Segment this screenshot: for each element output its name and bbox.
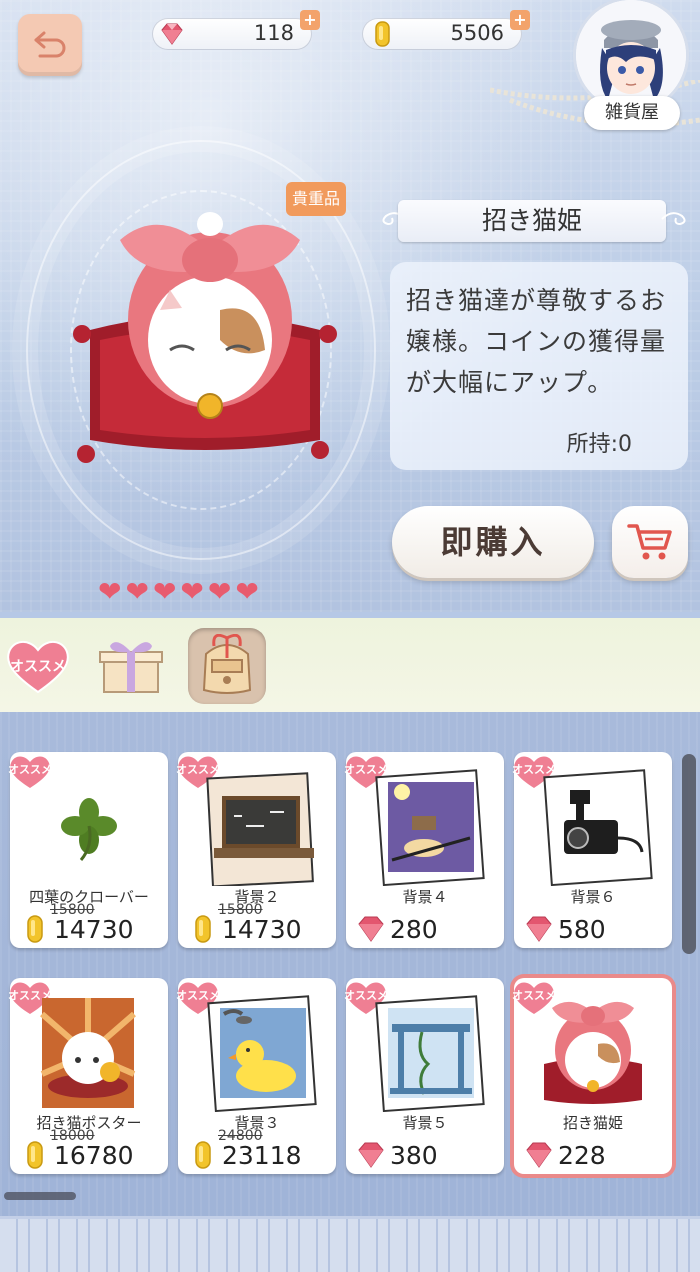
product-name: 招き猫姫 — [562, 1114, 623, 1132]
back-button[interactable] — [18, 14, 82, 76]
gift-box-icon — [99, 642, 163, 693]
heart-icon: ❤ — [152, 575, 177, 608]
owned-count: 所持:0 — [566, 432, 632, 457]
price-value: 380 — [390, 1140, 438, 1170]
shopkeeper-badge[interactable]: 雑貨屋 — [576, 0, 688, 130]
heart-icon: ❤ — [235, 575, 259, 608]
heart-icon: ❤ — [98, 575, 122, 608]
diamond-amount: 118 — [253, 21, 294, 45]
lucky-cat-princess-icon — [73, 212, 337, 463]
buy-now-button[interactable]: 即購入 — [392, 506, 594, 578]
add-coins-button[interactable]: + — [510, 10, 530, 30]
product-card-selected[interactable]: オススメ 招き猫姫 228 — [512, 978, 672, 1174]
product-price: 580 — [524, 912, 606, 946]
item-name: 招き猫姫 — [398, 200, 666, 242]
product-name: 背景５ — [402, 1114, 448, 1132]
product-card[interactable]: オススメ 背景６ 580 — [512, 752, 672, 948]
product-name: 背景４ — [402, 888, 448, 906]
price-value: 16780 — [54, 1140, 134, 1170]
bottom-border-decoration — [0, 1216, 700, 1272]
back-arrow-icon — [34, 31, 66, 58]
product-price: 14730 — [20, 912, 134, 946]
heart-icon: ❤ — [207, 575, 232, 608]
desk-lamp-icon — [375, 769, 485, 886]
banner-flourish-right-icon — [661, 212, 686, 226]
clover-icon — [61, 798, 117, 861]
cart-icon — [627, 524, 672, 560]
coin-counter: 5506 + — [362, 10, 530, 50]
item-showcase: 118 + 5506 + 雑貨屋 貴重品 招き猫姫 招き猫達が尊敬するお嬢様。コ… — [0, 0, 700, 612]
price-value: 23118 — [222, 1140, 302, 1170]
tab-recommended-label: オススメ — [10, 659, 66, 675]
diamond-icon — [161, 23, 183, 45]
product-card[interactable]: オススメ 招き猫ポスター 18000 16780 — [8, 978, 168, 1174]
price-value: 280 — [390, 914, 438, 944]
product-price: 23118 — [188, 1138, 302, 1172]
diamond-icon — [358, 916, 384, 942]
product-grid: オススメ 四葉のクローバー 15800 14730 オススメ 背景２ 15800… — [0, 712, 700, 1272]
shopkeeper-avatar-icon — [576, 0, 686, 110]
heart-icon: ❤ — [180, 575, 204, 608]
product-price: 380 — [356, 1138, 438, 1172]
category-tabs: オススメ — [0, 612, 700, 712]
coin-icon — [27, 1141, 43, 1169]
price-value: 580 — [558, 914, 606, 944]
lucky-cat-princess-icon — [544, 1001, 642, 1104]
product-price: 14730 — [188, 912, 302, 946]
diamond-counter: 118 + — [152, 10, 320, 50]
diamond-icon — [526, 1142, 552, 1168]
product-name: 背景６ — [570, 888, 616, 906]
lucky-cat-poster-icon — [40, 998, 136, 1108]
product-card[interactable]: オススメ 背景４ 280 — [344, 752, 504, 948]
tab-gift[interactable] — [92, 628, 170, 704]
tab-recommended[interactable]: オススメ — [0, 628, 76, 704]
vertical-scrollbar[interactable] — [682, 754, 696, 954]
product-card[interactable]: オススメ 四葉のクローバー 15800 14730 — [8, 752, 168, 948]
coin-icon — [195, 1141, 211, 1169]
shop-screen: 118 + 5506 + 雑貨屋 貴重品 招き猫姫 招き猫達が尊敬するお嬢様。コ… — [0, 0, 700, 1272]
heart-icon: ❤ — [125, 575, 149, 608]
diamond-icon — [358, 1142, 384, 1168]
backpack-icon — [202, 634, 252, 694]
item-description: 招き猫達が尊敬するお嬢様。コインの獲得量が大幅にアップ。 — [406, 286, 667, 397]
coin-icon — [195, 915, 211, 943]
add-diamonds-button[interactable]: + — [300, 10, 320, 30]
coin-icon — [375, 21, 390, 47]
product-price: 228 — [524, 1138, 606, 1172]
add-to-cart-button[interactable] — [612, 506, 688, 578]
favor-rating: ❤ ❤ ❤ ❤ ❤ ❤ — [98, 578, 259, 606]
coin-icon — [27, 915, 43, 943]
coin-amount: 5506 — [450, 21, 504, 45]
product-card[interactable]: オススメ 背景３ 24800 23118 — [176, 978, 336, 1174]
chalkboard-icon — [206, 772, 314, 886]
camera-icon — [543, 769, 653, 886]
product-price: 280 — [356, 912, 438, 946]
price-value: 14730 — [54, 914, 134, 944]
product-card[interactable]: オススメ 背景５ 380 — [344, 978, 504, 1174]
price-value: 14730 — [222, 914, 302, 944]
item-description-box: 招き猫達が尊敬するお嬢様。コインの獲得量が大幅にアップ。 所持:0 — [390, 262, 688, 470]
product-card[interactable]: オススメ 背景２ 15800 14730 — [176, 752, 336, 948]
price-value: 228 — [558, 1140, 606, 1170]
diamond-icon — [526, 916, 552, 942]
product-price: 16780 — [20, 1138, 134, 1172]
tab-bag[interactable] — [188, 628, 266, 704]
shop-name-label: 雑貨屋 — [584, 96, 680, 130]
osusume-heart-icon: オススメ — [5, 638, 71, 694]
avatar — [576, 0, 686, 110]
rubber-duck-icon — [207, 995, 317, 1112]
horizontal-scrollbar[interactable] — [4, 1192, 76, 1200]
window-vine-icon — [375, 995, 485, 1112]
